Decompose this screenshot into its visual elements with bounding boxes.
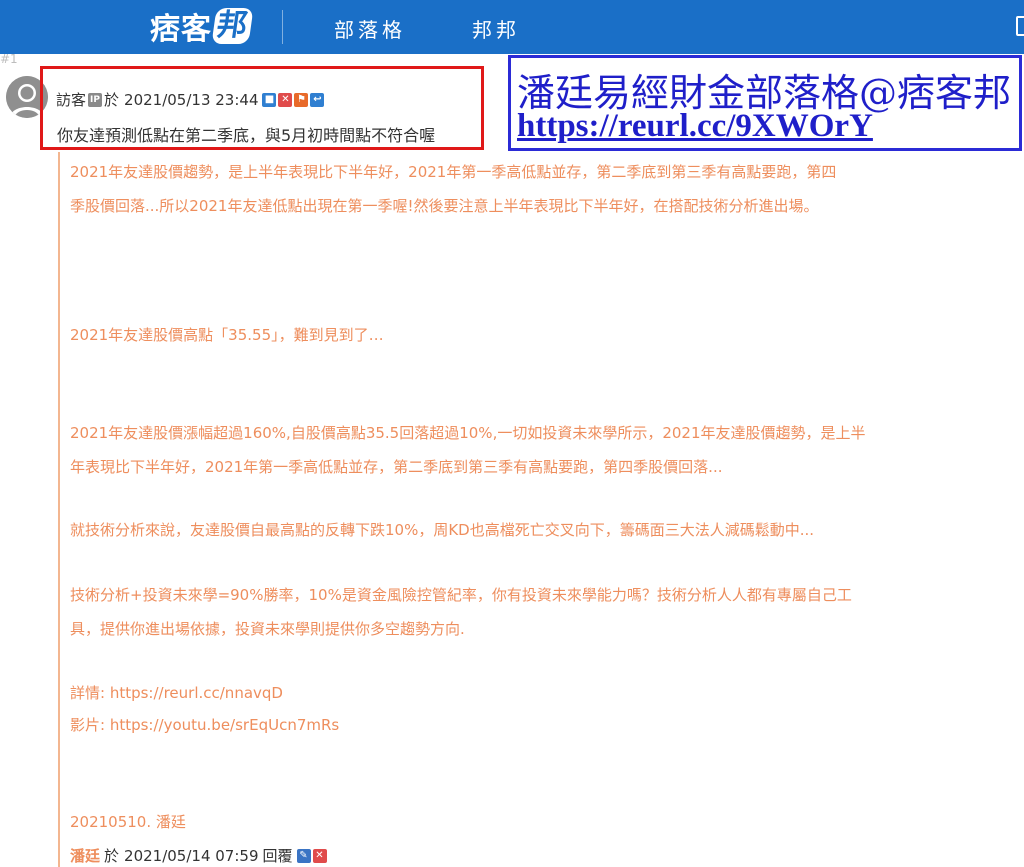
post-number: #1 — [0, 52, 18, 66]
site-logo[interactable]: 痞客邦 — [150, 6, 254, 47]
reply-datetime: 2021/05/14 07:59 — [124, 846, 259, 865]
comment-datetime: 2021/05/13 23:44 — [124, 90, 259, 109]
comment-author: 訪客 — [56, 91, 87, 109]
reply-link-details[interactable]: 詳情: https://reurl.cc/nnavqD — [70, 682, 283, 703]
reply-signature: 20210510. 潘廷 — [70, 813, 186, 831]
logo-text-last: 邦 — [211, 8, 254, 44]
reply-icon[interactable]: ↩ — [310, 92, 325, 107]
reply-on-word: 於 — [104, 847, 120, 865]
reply-divider — [58, 152, 60, 867]
reply-author[interactable]: 潘廷 — [70, 845, 100, 866]
comment-text: 你友達預測低點在第二季底，與5月初時間點不符合喔 — [57, 126, 436, 145]
edit-icon[interactable]: ✎ — [296, 848, 311, 863]
blog-watermark: 潘廷易經財金部落格@痞客邦 https://reurl.cc/9XWOrY — [508, 55, 1022, 151]
reply-line-8: 具，提供你進出場依據，投資未來學則提供你多空趨勢方向. — [70, 620, 465, 638]
watermark-url[interactable]: https://reurl.cc/9XWOrY — [517, 108, 873, 145]
reply-meta: 潘廷 於 2021/05/14 07:59 回覆 ✎ ✕ — [70, 845, 327, 866]
reply-line-4: 2021年友達股價漲幅超過160%,自股價高點35.5回落超過10%,一切如投資… — [70, 424, 866, 442]
delete-reply-icon[interactable]: ✕ — [312, 848, 327, 863]
comment-on-word: 於 — [104, 91, 120, 109]
ip-badge-icon: IP — [88, 92, 103, 107]
report-icon[interactable]: ⚑ — [294, 92, 309, 107]
comment-meta: 訪客 IP 於 2021/05/13 23:44 ■ ✕ ⚑ ↩ — [56, 89, 325, 110]
reply-line-3: 2021年友達股價高點「35.55」，難到見到了… — [70, 326, 384, 344]
reply-line-5: 年表現比下半年好，2021年第一季高低點並存，第二季底到第三季有高點要跑，第四季… — [70, 458, 723, 476]
reply-line-1: 2021年友達股價趨勢，是上半年表現比下半年好，2021年第一季高低點並存，第二… — [70, 163, 837, 181]
lock-icon[interactable]: ■ — [262, 92, 277, 107]
nav-item-bangbang[interactable]: 邦邦 — [472, 14, 520, 43]
navbar-divider — [282, 10, 283, 44]
reply-line-7: 技術分析+投資未來學=90%勝率，10%是資金風險控管紀率，你有投資未來學能力嗎… — [70, 586, 852, 604]
delete-icon[interactable]: ✕ — [278, 92, 293, 107]
reply-link-video[interactable]: 影片: https://youtu.be/srEqUcn7mRs — [70, 714, 339, 735]
logo-text: 痞客 — [150, 12, 212, 47]
window-icon[interactable] — [1016, 16, 1024, 36]
top-navbar: 痞客邦 部落格 邦邦 — [0, 0, 1024, 54]
reply-line-2: 季股價回落...所以2021年友達低點出現在第一季喔!然後要注意上半年表現比下半… — [70, 197, 819, 215]
nav-item-blog[interactable]: 部落格 — [334, 14, 406, 43]
reply-line-6: 就技術分析來說，友達股價自最高點的反轉下跌10%，周KD也高檔死亡交叉向下，籌碼… — [70, 521, 815, 539]
reply-label: 回覆 — [262, 847, 293, 865]
